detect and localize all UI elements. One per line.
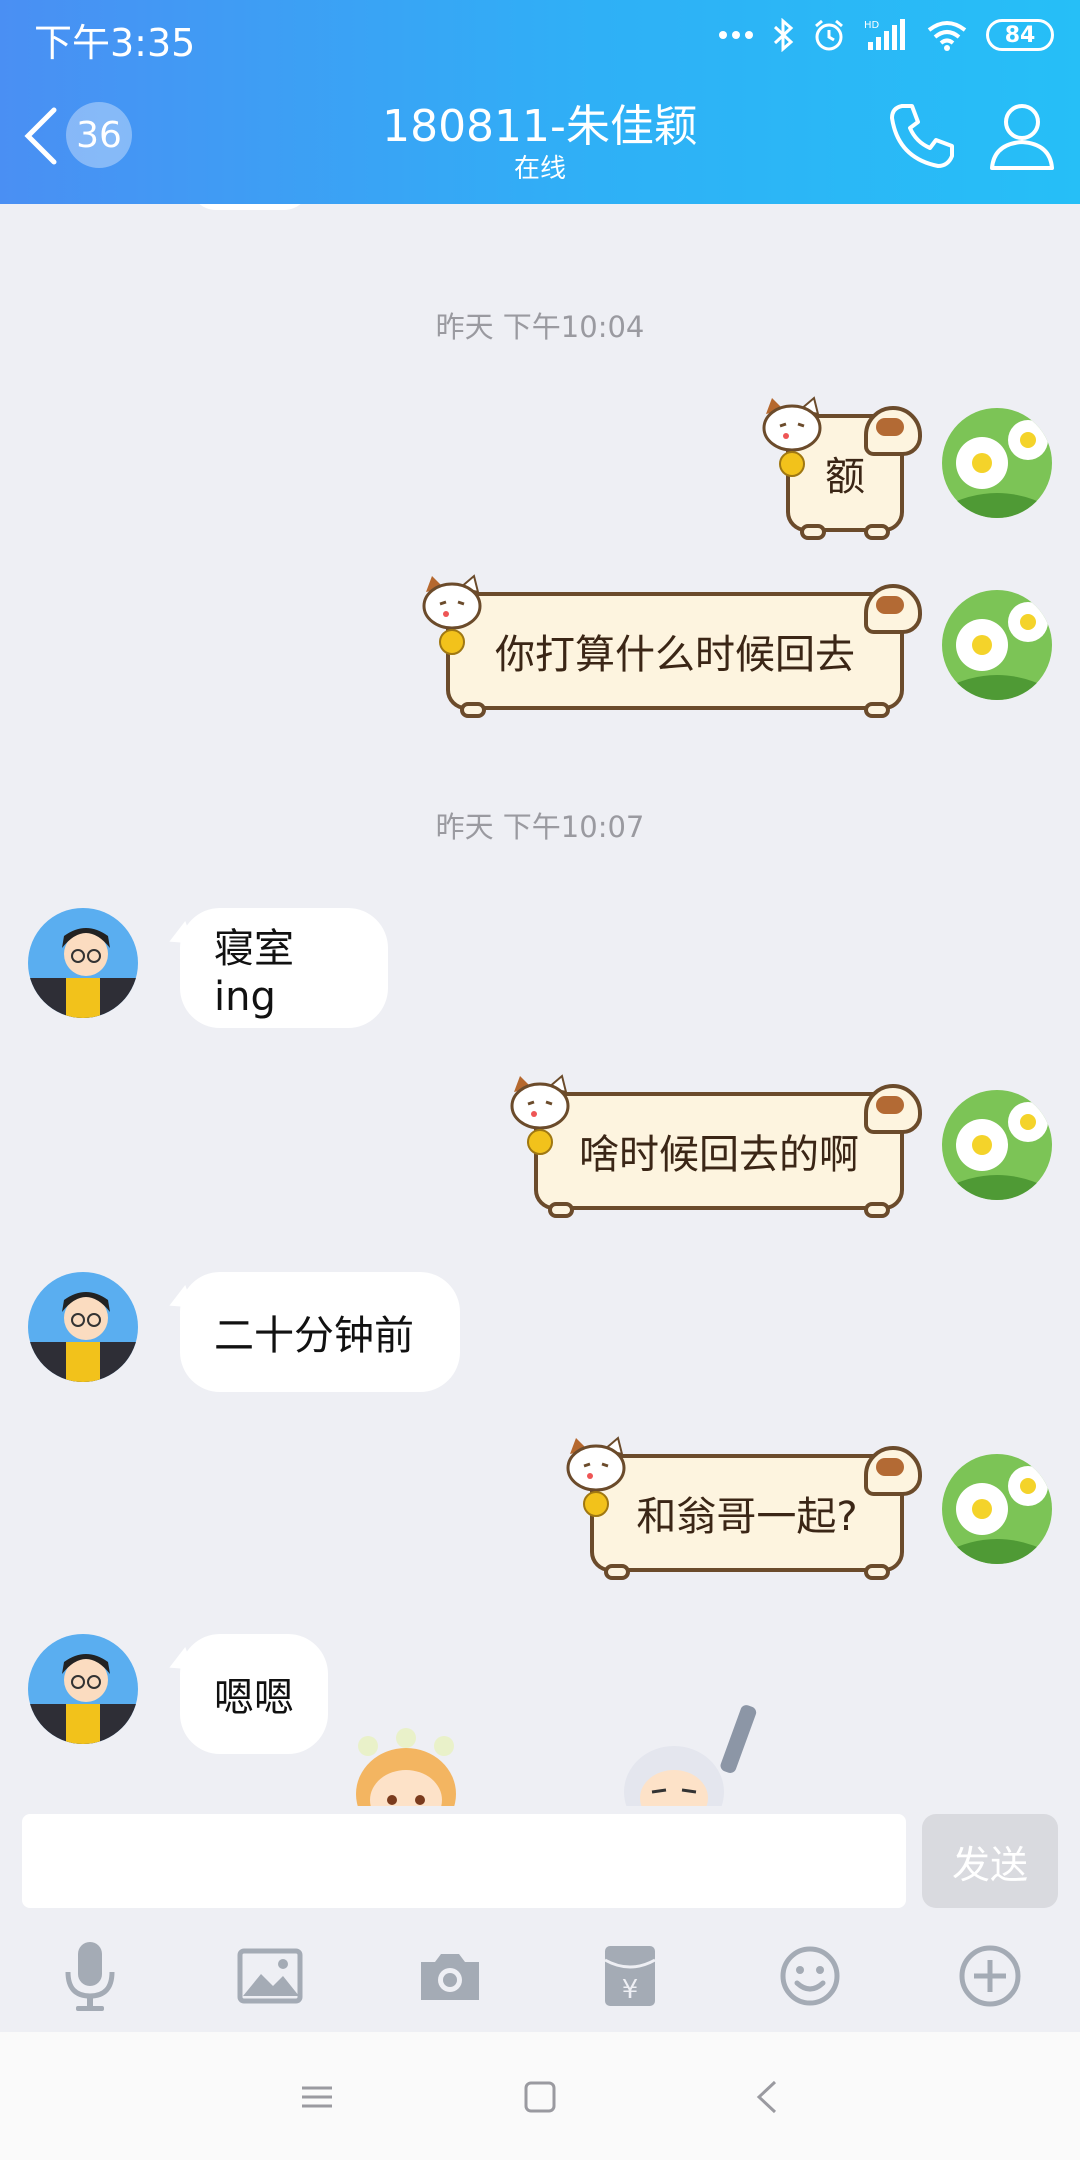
call-button[interactable] bbox=[884, 98, 960, 174]
message-bubble-out[interactable]: 你打算什么时候回去 bbox=[446, 584, 922, 718]
home-nav-button[interactable] bbox=[515, 2072, 565, 2122]
status-icons: HD 84 bbox=[718, 12, 1054, 58]
alarm-icon bbox=[815, 19, 843, 51]
composer: 发送 ¥ bbox=[0, 1806, 1080, 2032]
lucky-cat-icon bbox=[510, 1074, 570, 1155]
menu-nav-button[interactable] bbox=[292, 2072, 342, 2122]
contact-avatar[interactable] bbox=[28, 1634, 138, 1744]
contact-avatar[interactable] bbox=[28, 1272, 138, 1382]
bubble-ear bbox=[864, 406, 922, 456]
my-avatar[interactable] bbox=[942, 408, 1052, 518]
my-avatar[interactable] bbox=[942, 1454, 1052, 1564]
message-bubble-in[interactable]: 二十分钟前 bbox=[180, 1272, 460, 1392]
lucky-cat-icon bbox=[566, 1436, 626, 1517]
voice-button[interactable] bbox=[50, 1936, 130, 2016]
bubble-paw bbox=[460, 702, 486, 718]
message-bubble-out[interactable]: 啥时候回去的啊 bbox=[534, 1084, 922, 1218]
lucky-cat-icon bbox=[422, 574, 482, 655]
red-packet-button[interactable]: ¥ bbox=[590, 1936, 670, 2016]
bluetooth-icon bbox=[773, 18, 794, 52]
send-button[interactable]: 发送 bbox=[922, 1814, 1058, 1908]
message-text: 二十分钟前 bbox=[214, 1313, 414, 1359]
my-avatar[interactable] bbox=[942, 590, 1052, 700]
message-text: 嗯嗯 bbox=[214, 1675, 294, 1721]
status-time: 下午3:35 bbox=[34, 21, 196, 65]
timestamp: 昨天 下午10:04 bbox=[435, 310, 645, 344]
message-text: 啥时候回去的啊 bbox=[579, 1132, 859, 1178]
bubble-paw bbox=[604, 1564, 630, 1580]
bubble-paw bbox=[864, 1202, 890, 1218]
back-triangle-icon bbox=[756, 2080, 777, 2114]
lucky-cat-icon bbox=[762, 396, 822, 477]
svg-text:HD: HD bbox=[864, 20, 880, 31]
red-packet-icon: ¥ bbox=[604, 1946, 656, 2006]
message-text: 寝室ing bbox=[214, 926, 294, 1020]
bubble-ear bbox=[864, 584, 922, 634]
image-button[interactable] bbox=[230, 1936, 310, 2016]
bubble-ear bbox=[864, 1084, 922, 1134]
emoji-icon bbox=[780, 1946, 840, 2006]
message-input[interactable] bbox=[22, 1814, 906, 1908]
person-icon bbox=[990, 104, 1054, 170]
bubble-paw bbox=[864, 1564, 890, 1580]
wifi-icon bbox=[927, 21, 967, 51]
my-avatar[interactable] bbox=[942, 1090, 1052, 1200]
peeking-boy-sticker bbox=[624, 1705, 757, 1806]
bubble-ear bbox=[864, 1446, 922, 1496]
timestamp: 昨天 下午10:07 bbox=[435, 810, 645, 844]
emoji-button[interactable] bbox=[770, 1936, 850, 2016]
svg-text:¥: ¥ bbox=[622, 1975, 639, 2005]
profile-button[interactable] bbox=[984, 98, 1060, 174]
camera-icon bbox=[421, 1954, 479, 2000]
bubble-paw bbox=[548, 1202, 574, 1218]
message-bubble-in[interactable]: 寝室ing bbox=[180, 908, 388, 1028]
microphone-icon bbox=[65, 1942, 115, 2011]
plus-circle-icon bbox=[959, 1945, 1021, 2007]
signal-icon: HD bbox=[864, 19, 905, 50]
battery-level: 84 bbox=[1004, 22, 1036, 48]
message-text: 你打算什么时候回去 bbox=[495, 632, 855, 678]
partial-bubble bbox=[190, 204, 310, 210]
bubble-paw bbox=[864, 524, 890, 540]
more-dots-icon bbox=[719, 31, 753, 39]
battery-icon: 84 bbox=[986, 19, 1054, 51]
home-square-icon bbox=[524, 2081, 556, 2113]
phone-icon bbox=[890, 104, 954, 168]
image-icon bbox=[237, 1948, 303, 2004]
more-button[interactable] bbox=[950, 1936, 1030, 2016]
system-navbar bbox=[0, 2032, 1080, 2160]
chat-header: 下午3:35 HD 84 36 180811-朱佳颖 在线 bbox=[0, 0, 1080, 204]
bubble-paw bbox=[800, 524, 826, 540]
message-list[interactable]: 昨天 下午10:04 额 你打算什么时候回去 昨天 下午10:07 寝室ing bbox=[0, 204, 1080, 1812]
menu-icon bbox=[302, 2086, 332, 2108]
message-bubble-in[interactable]: 嗯嗯 bbox=[180, 1634, 328, 1754]
peeking-girl-sticker bbox=[356, 1728, 456, 1806]
contact-avatar[interactable] bbox=[28, 908, 138, 1018]
message-text: 和翁哥一起? bbox=[636, 1494, 858, 1540]
back-nav-button[interactable] bbox=[743, 2072, 793, 2122]
bubble-paw bbox=[864, 702, 890, 718]
camera-button[interactable] bbox=[410, 1936, 490, 2016]
